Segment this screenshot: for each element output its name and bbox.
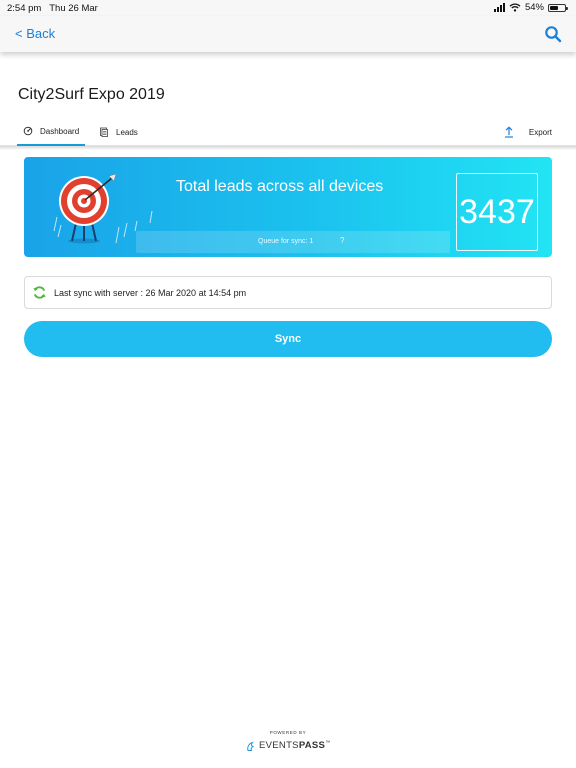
sync-queue-label: Queue for sync: 1	[258, 238, 314, 245]
wifi-icon	[509, 3, 521, 12]
tab-leads-label: Leads	[116, 127, 138, 137]
tab-bar: Dashboard Leads Export	[0, 118, 576, 146]
battery-icon	[548, 3, 568, 12]
eventspass-logo: EVENTSPASS™	[246, 739, 331, 753]
export-button[interactable]: Export	[504, 118, 552, 146]
brand-trademark: ™	[325, 740, 331, 747]
total-leads-title: Total leads across all devices	[176, 178, 384, 195]
total-leads-card: Total leads across all devices Queue for…	[24, 157, 552, 257]
last-sync-text: Last sync with server : 26 Mar 2020 at 1…	[54, 288, 247, 298]
leads-list-icon	[100, 127, 108, 137]
dashboard-gauge-icon	[23, 126, 33, 136]
navigation-bar: < Back	[0, 16, 576, 52]
sync-refresh-icon	[33, 286, 46, 299]
sync-queue-bar: Queue for sync: 1 ?	[136, 231, 450, 253]
battery-level	[550, 5, 558, 10]
lead-count-box: 3437	[456, 173, 538, 251]
back-button[interactable]: < Back	[15, 26, 55, 41]
tab-dashboard-label: Dashboard	[40, 126, 80, 136]
brand-name: EVENTSPASS™	[259, 740, 331, 751]
tab-dashboard[interactable]: Dashboard	[17, 118, 85, 146]
header-divider	[0, 146, 576, 150]
brand-suffix: PASS	[298, 740, 326, 752]
status-indicators: 54%	[493, 2, 568, 13]
status-time: 2:54 pm Thu 26 Mar	[7, 3, 98, 14]
status-clock: 2:54 pm	[7, 3, 42, 14]
eventspass-logo-icon	[247, 741, 255, 751]
queue-help-icon[interactable]: ?	[340, 236, 344, 245]
page-title: City2Surf Expo 2019	[18, 86, 165, 103]
export-label: Export	[528, 127, 552, 137]
search-icon[interactable]	[544, 25, 562, 43]
signal-icon	[493, 3, 505, 12]
brand-prefix: EVENTS	[259, 740, 299, 752]
tab-leads[interactable]: Leads	[99, 118, 138, 146]
battery-percent: 54%	[524, 2, 544, 13]
status-date: Thu 26 Mar	[49, 3, 98, 14]
last-sync-row: Last sync with server : 26 Mar 2020 at 1…	[24, 276, 552, 309]
lead-count: 3437	[459, 192, 535, 231]
sync-button[interactable]: Sync	[24, 321, 552, 357]
upload-arrow-icon	[504, 126, 513, 138]
status-bar: 2:54 pm Thu 26 Mar 54%	[0, 0, 576, 16]
powered-by-label: POWERED BY	[269, 730, 307, 735]
